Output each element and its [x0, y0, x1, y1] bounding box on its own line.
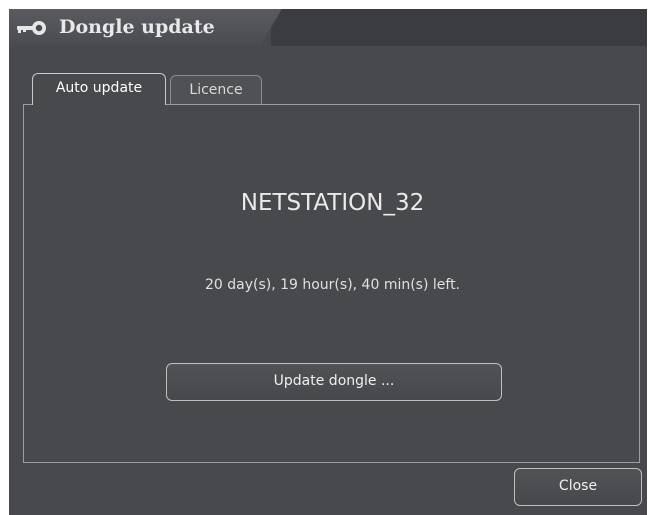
title-bar	[271, 9, 647, 46]
window-title: Dongle update	[59, 16, 215, 38]
auto-update-panel: NETSTATION_32 20 day(s), 19 hour(s), 40 …	[23, 104, 640, 463]
dongle-update-dialog: Dongle update Auto update Licence NETSTA…	[9, 9, 647, 515]
tab-licence[interactable]: Licence	[170, 75, 262, 105]
update-dongle-button[interactable]: Update dongle ...	[166, 363, 502, 401]
key-icon	[15, 20, 49, 36]
device-name: NETSTATION_32	[240, 190, 425, 216]
time-left-text: 20 day(s), 19 hour(s), 40 min(s) left.	[204, 277, 461, 293]
close-button[interactable]: Close	[514, 468, 642, 506]
tab-auto-update[interactable]: Auto update	[32, 73, 166, 105]
